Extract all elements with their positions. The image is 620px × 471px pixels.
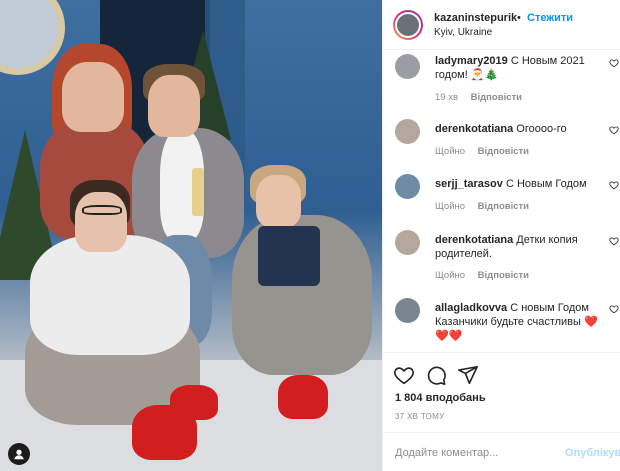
reply-button[interactable]: Відповісти <box>478 146 529 157</box>
comment-input[interactable] <box>395 444 555 462</box>
comment-meta: Щойно Відповісти <box>435 270 539 281</box>
post-side-panel: kazaninstepurik • Стежити Kyiv, Ukraine … <box>382 0 620 471</box>
commenter-username[interactable]: derenkotatiana <box>435 123 513 135</box>
comment-item: ladymary2019 С Новым 2021 годом! 🎅🎄 19 х… <box>383 54 620 110</box>
comment-text: derenkotatiana Детки копия родителей. <box>435 233 603 261</box>
comment-meta: Щойно Відповісти <box>435 201 539 212</box>
comment-text: ladymary2019 С Новым 2021 годом! 🎅🎄 <box>435 54 603 82</box>
red-shoe <box>170 385 218 420</box>
heart-outline-icon[interactable] <box>609 58 619 68</box>
comment-time: Щойно <box>435 201 466 212</box>
reply-button[interactable]: Відповісти <box>478 201 529 212</box>
comment-time: Щойно <box>435 270 466 281</box>
person-son-hoodie <box>30 235 190 355</box>
comment-text: allagladkovva С новым Годом Казанчики бу… <box>435 301 603 343</box>
comment-item: derenkotatiana Огоооо-го Щойно Відповіст… <box>383 119 620 163</box>
publish-button[interactable]: Опублікув <box>565 447 620 459</box>
commenter-username[interactable]: allagladkovva <box>435 302 507 314</box>
comment-item: serjj_tarasov С Новым Годом Щойно Відпов… <box>383 174 620 218</box>
commenter-username[interactable]: serjj_tarasov <box>435 178 503 190</box>
commenter-avatar[interactable] <box>395 230 420 255</box>
red-shoe <box>278 375 328 419</box>
comment-item: allagladkovva С новым Годом Казанчики бу… <box>383 298 620 348</box>
user-tag-icon[interactable] <box>8 443 30 465</box>
commenter-avatar[interactable] <box>395 54 420 79</box>
follow-button[interactable]: Стежити <box>527 12 573 24</box>
person-mother-face <box>62 62 124 132</box>
decor-mirror <box>0 0 65 75</box>
heart-outline-icon[interactable] <box>609 180 619 190</box>
send-icon[interactable] <box>457 364 479 386</box>
post-location[interactable]: Kyiv, Ukraine <box>434 27 492 38</box>
likes-count[interactable]: 1 804 вподобань <box>395 392 486 404</box>
comment-time: 19 хв <box>435 92 459 103</box>
heart-icon[interactable] <box>393 364 415 386</box>
post-header: kazaninstepurik • Стежити Kyiv, Ukraine <box>383 0 620 50</box>
comment-text: serjj_tarasov С Новым Годом <box>435 177 603 191</box>
comment-meta: Щойно Відповісти <box>435 146 539 157</box>
reply-button[interactable]: Відповісти <box>478 270 529 281</box>
separator-dot: • <box>517 12 521 24</box>
comment-text: derenkotatiana Огоооо-го <box>435 122 603 136</box>
heart-outline-icon[interactable] <box>609 125 619 135</box>
commenter-username[interactable]: ladymary2019 <box>435 55 508 67</box>
person-boy-face <box>256 175 301 227</box>
author-avatar[interactable] <box>393 10 423 40</box>
comment-emoji: 🎅🎄 <box>470 69 499 81</box>
comment-time: Щойно <box>435 146 466 157</box>
glasses <box>82 205 122 215</box>
person-father-face <box>148 75 200 137</box>
commenter-avatar[interactable] <box>395 298 420 323</box>
champagne-glass <box>192 168 204 216</box>
commenter-username[interactable]: derenkotatiana <box>435 234 513 246</box>
comments-list[interactable]: ladymary2019 С Новым 2021 годом! 🎅🎄 19 х… <box>383 50 620 350</box>
hat-box <box>258 226 320 286</box>
instagram-post-modal: kazaninstepurik • Стежити Kyiv, Ukraine … <box>0 0 620 471</box>
post-actions: 1 804 вподобань 37 ХВ ТОМУ <box>383 352 620 440</box>
heart-outline-icon[interactable] <box>609 236 619 246</box>
commenter-avatar[interactable] <box>395 174 420 199</box>
commenter-avatar[interactable] <box>395 119 420 144</box>
person-son-face <box>75 192 127 252</box>
comment-composer: Опублікув <box>383 432 620 471</box>
comment-item: derenkotatiana Детки копия родителей. Що… <box>383 230 620 286</box>
post-photo[interactable] <box>0 0 382 471</box>
post-time-ago: 37 ХВ ТОМУ <box>395 412 445 421</box>
author-username[interactable]: kazaninstepurik <box>434 12 517 24</box>
comment-icon[interactable] <box>425 364 447 386</box>
reply-button[interactable]: Відповісти <box>471 92 522 103</box>
comment-body: Огоооо-го <box>513 123 567 135</box>
comment-meta: 19 хв Відповісти <box>435 92 532 103</box>
comment-body: С Новым Годом <box>502 178 587 190</box>
heart-outline-icon[interactable] <box>609 304 619 314</box>
